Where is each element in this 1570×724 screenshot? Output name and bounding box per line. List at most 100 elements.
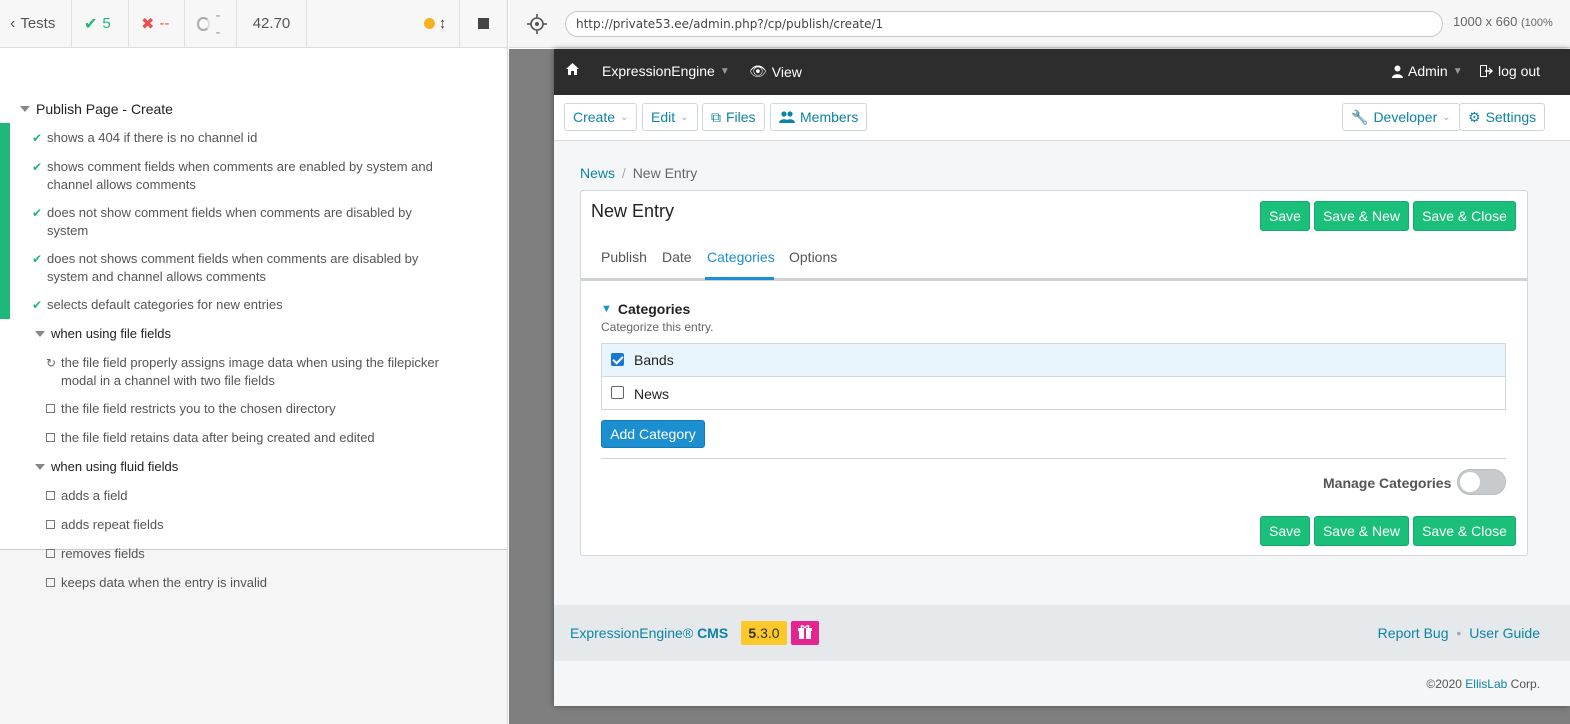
test-label-line2: modal in a channel with two file fields [61, 373, 275, 388]
publish-panel: New Entry Save Save & New Save & Close P… [580, 190, 1528, 556]
test-item[interactable]: the file field retains data after being … [46, 429, 375, 447]
company-link[interactable]: EllisLab [1465, 677, 1507, 691]
test-label: does not show comment fields when commen… [47, 204, 412, 240]
manage-categories-toggle[interactable] [1457, 469, 1506, 495]
square-icon [46, 545, 61, 563]
footer-separator: • [1456, 625, 1462, 641]
passed-value: 5 [102, 15, 111, 32]
passed-indicator-bar [0, 123, 10, 319]
suite-title-file-fields[interactable]: when using file fields [35, 326, 171, 341]
settings-button[interactable]: ⚙ Settings [1459, 103, 1546, 131]
save-button[interactable]: Save [1260, 201, 1310, 231]
caret-down-icon [35, 463, 45, 470]
members-button[interactable]: Members [770, 103, 868, 131]
tab-categories[interactable]: Categories [707, 249, 775, 265]
suite-title-fluid-fields[interactable]: when using fluid fields [35, 459, 178, 474]
user-icon [1392, 65, 1403, 78]
refresh-icon: ↻ [46, 356, 57, 370]
manage-categories-label: Manage Categories [1323, 475, 1452, 491]
category-item-news[interactable]: News [602, 377, 1505, 410]
view-label: View [771, 63, 802, 80]
suite-title-text: when using file fields [51, 326, 171, 341]
stop-button[interactable] [459, 0, 507, 47]
tab-options[interactable]: Options [789, 249, 837, 265]
category-list: Bands News [601, 343, 1506, 410]
save-and-close-button-bottom[interactable]: Save & Close [1413, 516, 1516, 546]
auto-scroll-toggle[interactable]: ↕ [411, 0, 459, 47]
save-and-close-button[interactable]: Save & Close [1413, 201, 1516, 231]
back-to-tests-button[interactable]: ‹ Tests [0, 0, 72, 47]
category-item-bands[interactable]: Bands [602, 344, 1505, 377]
test-label: shows comment fields when comments are e… [47, 158, 433, 194]
chevron-down-icon: ▼ [719, 65, 730, 77]
suite-title[interactable]: Publish Page - Create [20, 101, 173, 117]
check-icon: ✔ [32, 298, 43, 312]
check-icon: ✔ [32, 160, 43, 174]
sign-out-icon [1480, 65, 1493, 77]
categories-section-toggle[interactable]: ▼ Categories [601, 301, 714, 317]
check-icon: ✔ [32, 131, 43, 145]
test-item[interactable]: the file field restricts you to the chos… [46, 400, 336, 418]
footer-brand-cms: CMS [697, 625, 729, 641]
test-item[interactable]: keeps data when the entry is invalid [46, 574, 267, 592]
test-item[interactable]: ✔ does not show comment fields when comm… [32, 204, 412, 240]
test-item[interactable]: adds a field [46, 487, 128, 505]
selector-crosshair-icon[interactable] [526, 13, 548, 35]
test-label: shows a 404 if there is no channel id [47, 130, 258, 145]
square-icon [46, 487, 61, 505]
version-badge[interactable]: 5.3.0 [741, 621, 787, 645]
view-site-link[interactable]: 👁 View [749, 63, 802, 80]
logout-label: log out [1498, 63, 1541, 79]
url-bar[interactable]: http://private53.ee/admin.php?/cp/publis… [565, 11, 1443, 37]
add-category-button[interactable]: Add Category [601, 420, 705, 448]
check-icon: ✔ [84, 15, 98, 33]
home-icon[interactable] [566, 63, 579, 75]
user-menu[interactable]: Admin ▼ [1392, 63, 1463, 79]
user-guide-link[interactable]: User Guide [1469, 625, 1540, 641]
breadcrumb-news-link[interactable]: News [580, 165, 615, 181]
test-label: removes fields [61, 546, 145, 561]
wrench-icon: 🔧 [1351, 108, 1369, 125]
test-item[interactable]: ↻ the file field properly assigns image … [46, 354, 439, 390]
create-menu-button[interactable]: Create ⌄ [564, 103, 638, 131]
save-button-bottom[interactable]: Save [1260, 516, 1310, 546]
logout-link[interactable]: log out [1480, 63, 1540, 79]
x-icon: ✖ [141, 15, 155, 33]
test-item[interactable]: ✔ selects default categories for new ent… [32, 296, 283, 314]
test-label-line2: system and channel allows comments [47, 269, 266, 284]
tab-date[interactable]: Date [662, 249, 692, 265]
chevron-left-icon: ‹ [10, 14, 16, 32]
check-icon: ✔ [32, 252, 43, 266]
test-label: the file field properly assigns image da… [61, 354, 439, 390]
footer-brand[interactable]: ExpressionEngine® CMS [570, 625, 728, 641]
developer-label: Developer [1373, 109, 1438, 125]
members-label: Members [800, 109, 859, 125]
files-button[interactable]: ⧉ Files [702, 103, 765, 131]
tab-publish[interactable]: Publish [601, 249, 647, 265]
test-label-line2: channel allows comments [47, 177, 196, 192]
test-runner-panel: ‹ Tests ✔ 5 ✖ -- -- 42.70 ↕ Publish Page… [0, 0, 508, 724]
category-checkbox[interactable] [611, 386, 624, 399]
test-item[interactable]: ✔ shows a 404 if there is no channel id [32, 129, 257, 147]
test-item[interactable]: removes fields [46, 545, 145, 563]
suite-title-text: Publish Page - Create [36, 101, 173, 117]
browser-toolbar: http://private53.ee/admin.php?/cp/publis… [509, 0, 1570, 48]
test-item[interactable]: ✔ shows comment fields when comments are… [32, 158, 433, 194]
test-item[interactable]: adds repeat fields [46, 516, 164, 534]
save-and-new-button[interactable]: Save & New [1314, 201, 1409, 231]
categories-section: ▼ Categories Categorize this entry. [601, 301, 714, 334]
test-item[interactable]: ✔ does not shows comment fields when com… [32, 250, 418, 286]
category-checkbox[interactable] [611, 353, 624, 366]
check-icon: ✔ [32, 206, 43, 220]
report-bug-link[interactable]: Report Bug [1378, 625, 1449, 641]
test-label: does not shows comment fields when comme… [47, 250, 418, 286]
gift-icon[interactable] [791, 621, 819, 645]
section-divider [601, 458, 1506, 459]
edit-menu-button[interactable]: Edit ⌄ [642, 103, 698, 131]
save-and-new-button-bottom[interactable]: Save & New [1314, 516, 1409, 546]
site-switcher[interactable]: ExpressionEngine ▼ [602, 63, 730, 79]
viewport-dimensions: 1000 x 660 [1453, 14, 1518, 29]
test-list: Publish Page - Create ✔ shows a 404 if t… [0, 48, 507, 590]
square-icon [46, 574, 61, 592]
developer-menu-button[interactable]: 🔧 Developer ⌄ [1342, 103, 1460, 131]
